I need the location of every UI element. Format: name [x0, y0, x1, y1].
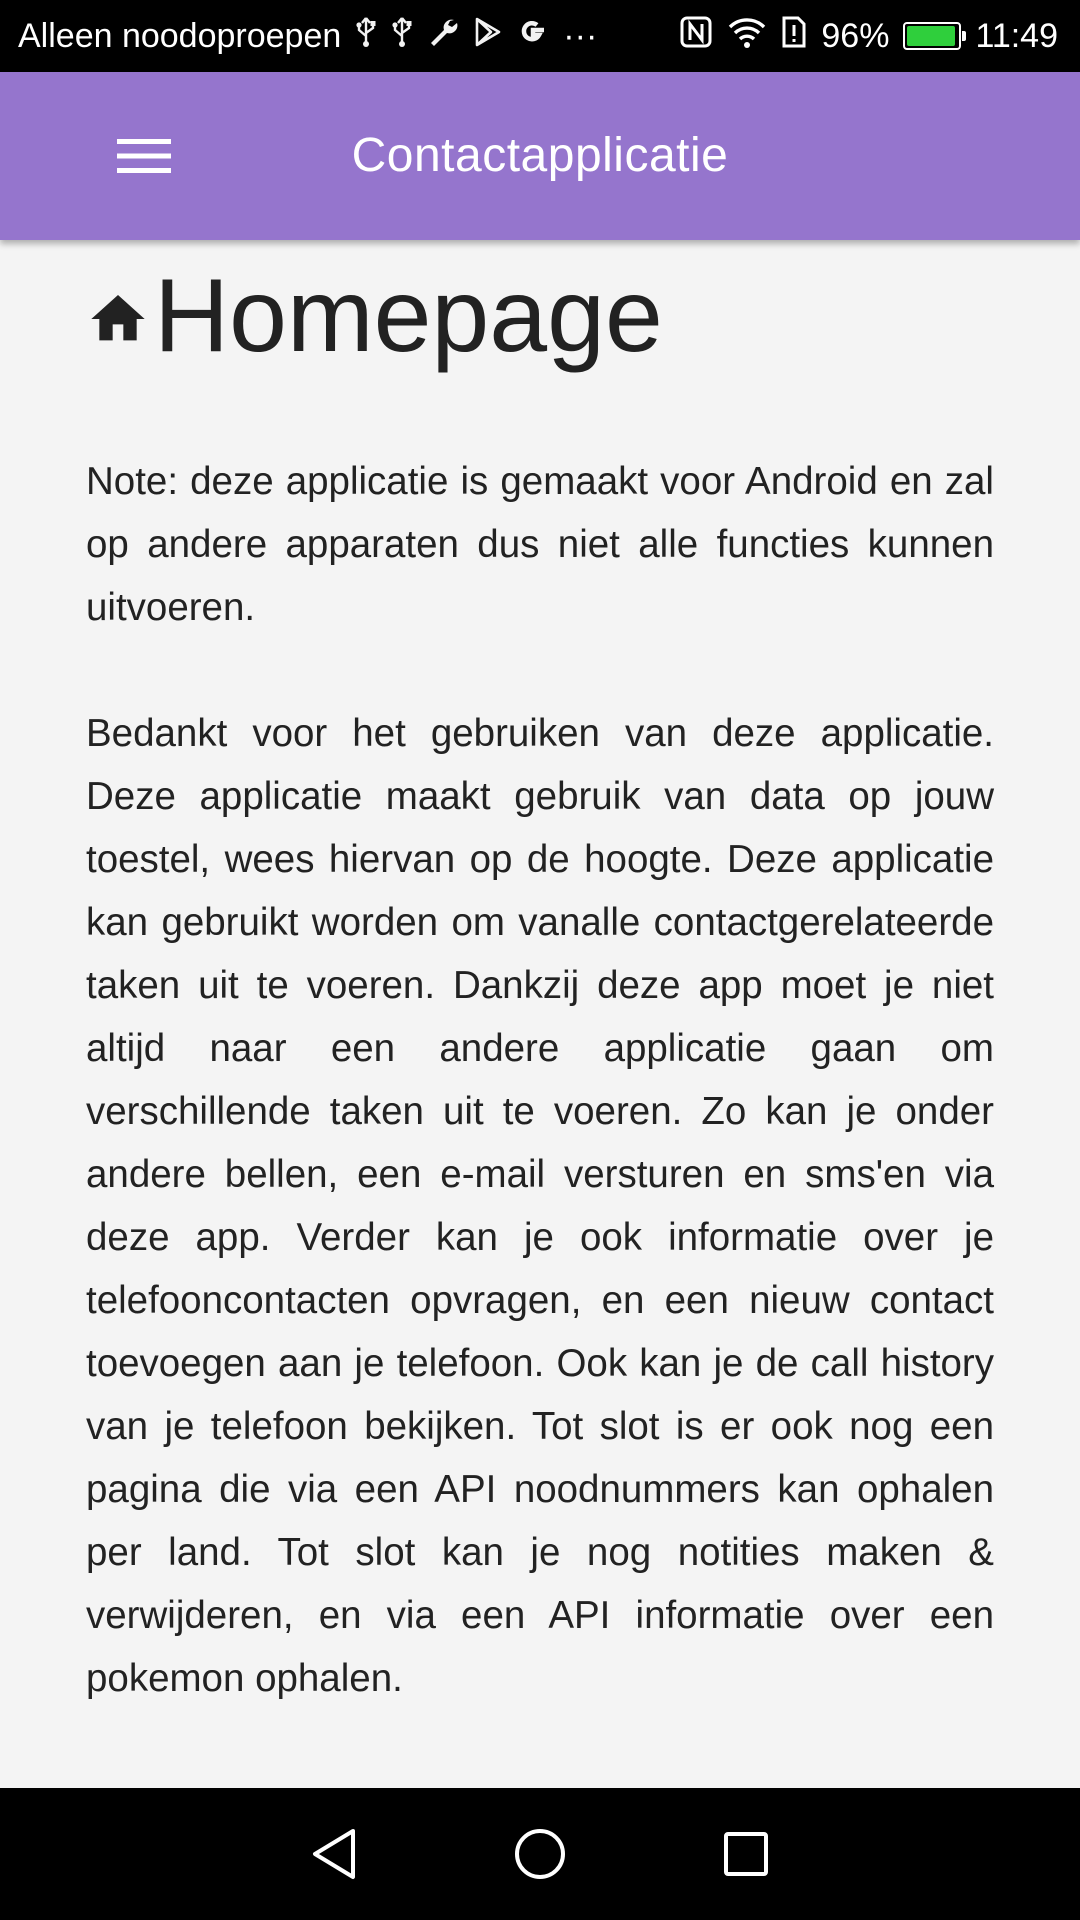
battery-percent: 96% [821, 16, 890, 55]
play-store-icon [473, 16, 503, 56]
app-title: Contactapplicatie [351, 129, 729, 182]
wrench-icon [427, 16, 459, 56]
status-left: Alleen noodoproepen ··· [18, 16, 679, 56]
recents-icon[interactable] [722, 1830, 770, 1878]
page-header: Homepage [86, 250, 994, 382]
status-right: 96% 11:49 [679, 15, 1058, 58]
back-button[interactable] [306, 1826, 362, 1882]
page-title: Homepage [154, 258, 663, 374]
status-bar: Alleen noodoproepen ··· 96% 11:49 [0, 0, 1080, 72]
wifi-icon [727, 15, 767, 58]
more-notifications-icon: ··· [563, 16, 598, 55]
usb-icon [391, 16, 413, 56]
system-nav-bar [0, 1788, 1080, 1920]
carrier-text: Alleen noodoproepen [18, 16, 342, 55]
recents-button[interactable] [718, 1826, 774, 1882]
note-paragraph: Note: deze applicatie is gemaakt voor An… [86, 460, 994, 629]
home-circle-icon[interactable] [513, 1827, 567, 1881]
battery-icon [903, 22, 967, 50]
google-icon [517, 16, 549, 56]
intro-paragraph: Bedankt voor het gebruiken van deze appl… [86, 712, 994, 1700]
main-content: Homepage Note: deze applicatie is gemaak… [86, 250, 994, 1710]
clock: 11:49 [975, 16, 1058, 55]
sim-alert-icon [781, 15, 807, 58]
nfc-icon [679, 15, 713, 58]
battery-level [907, 26, 956, 46]
home-button[interactable] [512, 1826, 568, 1882]
app-bar: Contactapplicatie [0, 72, 1080, 240]
home-icon [91, 295, 145, 341]
back-icon[interactable] [309, 1826, 359, 1882]
usb-icon [355, 16, 377, 56]
